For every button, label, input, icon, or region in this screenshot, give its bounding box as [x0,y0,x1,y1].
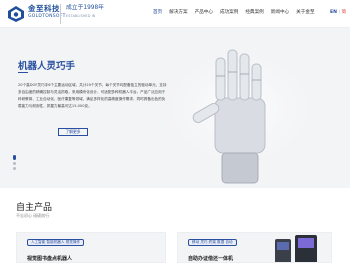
nav-about[interactable]: 关于金至 [296,9,314,16]
kiosk-image [275,235,317,262]
nav-classic-cases[interactable]: 经典案例 [245,9,263,16]
title-underline [18,72,28,73]
slogan-text: 成立于1998年 [66,5,104,11]
hero-description: 20个高DOF灵巧手6个主要运动区域，共计20个关节，每个关节均配备独立的驱动单… [18,83,167,108]
site-header: 金至科技 GOLDTONSOFT 成立于1998年 ESTABLISHED IN… [0,0,350,28]
slogan-subtext: ESTABLISHED IN [66,14,96,18]
product-card[interactable]: 移动 灵巧 终端 数据 自动 自助办证借还一体机 [177,232,332,263]
hero-title: 机器人灵巧手 [18,61,76,72]
logo-text[interactable]: 金至科技 [28,3,60,14]
language-switch: EN | 简 [330,9,346,16]
lang-separator: | [338,10,341,15]
lang-cn-link[interactable]: 简 [341,10,346,15]
product-card[interactable]: 人工智能 智能机器人 视觉操作 视觉图书盘点机器人 [16,232,166,263]
logo-icon[interactable] [6,5,26,23]
nav-solutions[interactable]: 解决方案 [169,9,187,16]
hero-banner: 机器人灵巧手 20个高DOF灵巧手6个主要运动区域，共计20个关节，每个关节均配… [0,28,350,188]
product-name: 视觉图书盘点机器人 [27,256,73,262]
slogan: 成立于1998年 ESTABLISHED IN [60,4,104,24]
product-name: 自助办证借还一体机 [188,256,234,262]
nav-products[interactable]: 产品中心 [195,9,213,16]
product-tag: 人工智能 智能机器人 视觉操作 [27,239,85,246]
section-title: 自主产品 [16,203,53,213]
learn-more-button[interactable]: 了解更多 [58,128,88,136]
nav-success-cases[interactable]: 成功案例 [220,9,238,16]
product-tag: 移动 灵巧 终端 数据 自动 [188,239,237,246]
carousel-dot-2[interactable] [13,162,16,165]
carousel-indicators [13,155,16,171]
lang-en-link[interactable]: EN [330,10,337,15]
carousel-dot-3[interactable] [13,167,16,170]
section-subtitle: 不忘初心 砥砺前行 [16,213,50,218]
main-nav: 首页 解决方案 产品中心 成功案例 经典案例 新闻中心 关于金至 [153,9,322,16]
products-section: 自主产品 不忘初心 砥砺前行 人工智能 智能机器人 视觉操作 视觉图书盘点机器人… [0,188,350,263]
nav-news[interactable]: 新闻中心 [271,9,289,16]
nav-home[interactable]: 首页 [153,9,162,16]
carousel-dot-1[interactable] [13,155,16,160]
